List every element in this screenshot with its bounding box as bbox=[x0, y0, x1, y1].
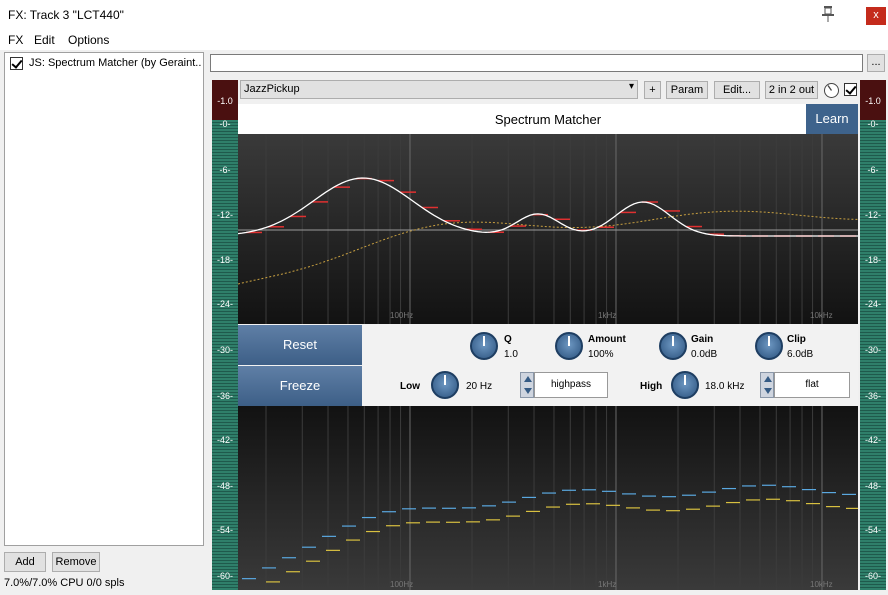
high-filter-type[interactable]: flat bbox=[774, 372, 850, 398]
freeze-button[interactable]: Freeze bbox=[238, 366, 362, 406]
high-label: High bbox=[640, 381, 663, 392]
wet-knob-icon[interactable] bbox=[823, 82, 840, 99]
pin-icon[interactable] bbox=[820, 5, 836, 23]
menu-fx[interactable]: FX bbox=[8, 33, 23, 47]
freq-label-10khz: 10kHz bbox=[810, 311, 833, 320]
amount-value: 100% bbox=[588, 349, 614, 360]
reset-button[interactable]: Reset bbox=[238, 325, 362, 365]
eq-curve-graph[interactable]: 100Hz 1kHz 10kHz bbox=[238, 134, 858, 324]
meter-tick: -24- bbox=[216, 299, 233, 309]
meter-tick: -48- bbox=[864, 481, 881, 491]
meter-tick: -42- bbox=[216, 435, 233, 445]
meter-tick: -24- bbox=[864, 299, 881, 309]
meter-tick: -48- bbox=[216, 481, 233, 491]
menu-edit[interactable]: Edit bbox=[34, 33, 55, 47]
output-meter: -1.0 -0- -6- -12- -18- -24- -30- -36- -42- -48- -5… bbox=[860, 80, 886, 590]
fx-chain-item[interactable]: JS: Spectrum Matcher (by Geraint... bbox=[10, 56, 202, 72]
meter-tick: -18- bbox=[216, 255, 233, 265]
input-meter: -1.0 -0- -6- -12- -18- -24- -30- -36- -42- -48- -5… bbox=[212, 80, 238, 590]
cpu-status: 7.0%/7.0% CPU 0/0 spls bbox=[4, 577, 125, 589]
plugin-title: Spectrum Matcher bbox=[494, 112, 602, 127]
fx-name-input[interactable] bbox=[210, 54, 863, 72]
fx-enabled-checkbox[interactable] bbox=[10, 57, 23, 70]
low-freq-value: 20 Hz bbox=[466, 381, 493, 392]
low-freq-knob[interactable] bbox=[431, 371, 459, 399]
gain-knob[interactable] bbox=[659, 332, 687, 360]
meter-tick: -54- bbox=[864, 525, 881, 535]
freq-label-100hz: 100Hz bbox=[390, 311, 413, 320]
spectrum-graph: 100Hz 1kHz 10kHz bbox=[238, 406, 858, 590]
meter-tick: -6- bbox=[219, 165, 231, 175]
meter-tick: -18- bbox=[864, 255, 881, 265]
q-knob[interactable] bbox=[470, 332, 498, 360]
high-freq-knob[interactable] bbox=[671, 371, 699, 399]
input-meter-bar bbox=[212, 120, 238, 590]
meter-tick: -30- bbox=[216, 345, 233, 355]
low-label: Low bbox=[400, 381, 420, 392]
gain-label: Gain bbox=[691, 334, 714, 345]
meter-tick: -42- bbox=[864, 435, 881, 445]
meter-tick: -30- bbox=[864, 345, 881, 355]
meter-tick: -60- bbox=[216, 571, 233, 581]
output-meter-bar bbox=[860, 120, 886, 590]
high-freq-value: 18.0 kHz bbox=[705, 381, 745, 392]
control-panel: Reset Freeze Q 1.0 Amount 100% Gain 0.0d… bbox=[238, 324, 858, 406]
meter-tick: -1.0 bbox=[217, 96, 233, 106]
q-label: Q bbox=[504, 334, 512, 345]
spectrum-freq-label-1khz: 1kHz bbox=[598, 580, 616, 589]
add-preset-button[interactable]: + bbox=[644, 81, 661, 99]
spectrum-freq-label-100hz: 100Hz bbox=[390, 580, 413, 589]
learn-button[interactable]: Learn bbox=[806, 104, 858, 134]
preset-dropdown[interactable]: JazzPickup ▾ bbox=[240, 80, 638, 99]
edit-button[interactable]: Edit... bbox=[714, 81, 760, 99]
meter-tick: -12- bbox=[216, 210, 233, 220]
chevron-down-icon: ▾ bbox=[628, 81, 634, 92]
plugin-header: Spectrum Matcher Learn bbox=[238, 104, 858, 134]
clip-knob[interactable] bbox=[755, 332, 783, 360]
title-bar: FX: Track 3 "LCT440" x bbox=[0, 0, 888, 30]
gain-value: 0.0dB bbox=[691, 349, 718, 360]
spectrum-freq-label-10khz: 10kHz bbox=[810, 580, 833, 589]
param-button[interactable]: Param bbox=[666, 81, 708, 99]
clip-value: 6.0dB bbox=[787, 349, 814, 360]
meter-tick: -0- bbox=[867, 119, 879, 129]
meter-tick: -36- bbox=[216, 391, 233, 401]
meter-tick: -0- bbox=[219, 119, 231, 129]
io-button[interactable]: 2 in 2 out bbox=[765, 81, 818, 99]
freq-label-1khz: 1kHz bbox=[598, 311, 616, 320]
meter-tick: -54- bbox=[216, 525, 233, 535]
low-filter-type[interactable]: highpass bbox=[534, 372, 608, 398]
fx-chain-list[interactable]: JS: Spectrum Matcher (by Geraint... bbox=[4, 52, 204, 546]
more-button[interactable]: ... bbox=[867, 54, 885, 72]
meter-tick: -60- bbox=[864, 571, 881, 581]
close-button[interactable]: x bbox=[866, 7, 886, 25]
clip-label: Clip bbox=[787, 334, 806, 345]
add-button[interactable]: Add bbox=[4, 552, 46, 572]
low-filter-stepper[interactable] bbox=[520, 372, 534, 398]
amount-knob[interactable] bbox=[555, 332, 583, 360]
bypass-checkbox[interactable] bbox=[844, 83, 857, 96]
meter-tick: -36- bbox=[864, 391, 881, 401]
q-value: 1.0 bbox=[504, 349, 518, 360]
fx-item-label: JS: Spectrum Matcher (by Geraint... bbox=[29, 57, 202, 69]
spectrum-matcher-ui: Spectrum Matcher Learn 100Hz 1kHz 10kHz … bbox=[238, 104, 858, 590]
high-filter-stepper[interactable] bbox=[760, 372, 774, 398]
meter-tick: -12- bbox=[864, 210, 881, 220]
menu-options[interactable]: Options bbox=[68, 33, 109, 47]
window-title: FX: Track 3 "LCT440" bbox=[8, 8, 124, 22]
preset-value: JazzPickup bbox=[244, 83, 300, 95]
remove-button[interactable]: Remove bbox=[52, 552, 100, 572]
menu-bar: FX Edit Options bbox=[0, 30, 888, 50]
meter-tick: -6- bbox=[867, 165, 879, 175]
amount-label: Amount bbox=[588, 334, 626, 345]
meter-tick: -1.0 bbox=[865, 96, 881, 106]
